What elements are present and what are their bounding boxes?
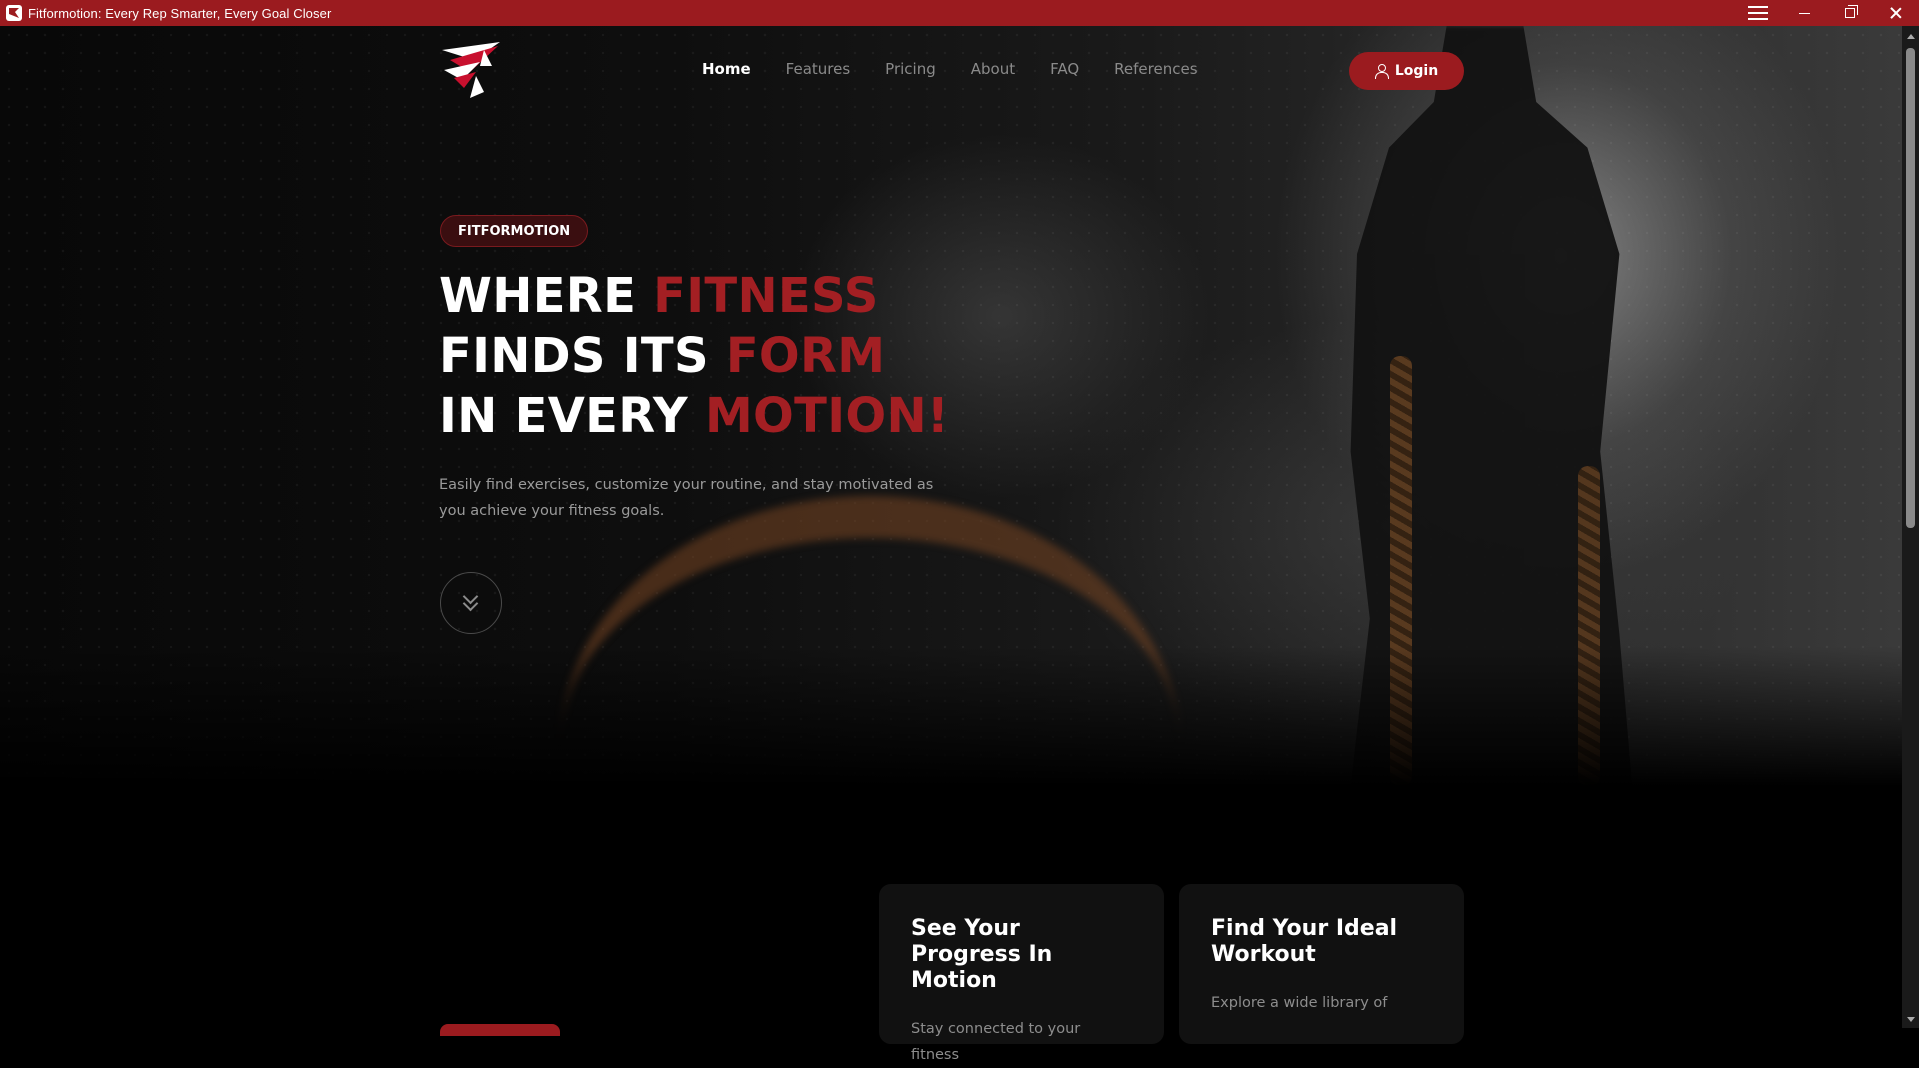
menu-icon — [1748, 6, 1768, 20]
window-titlebar: Fitformotion: Every Rep Smarter, Every G… — [0, 0, 1919, 26]
scroll-down-button[interactable] — [440, 572, 502, 634]
scrollbar-thumb[interactable] — [1906, 48, 1915, 528]
minimize-button[interactable] — [1781, 0, 1827, 26]
nav-links: Home Features Pricing About FAQ Referenc… — [702, 60, 1198, 78]
headline-line1: WHERE FITNESS — [439, 268, 879, 324]
close-button[interactable] — [1873, 0, 1919, 26]
menu-button[interactable] — [1735, 0, 1781, 26]
fitformotion-logo[interactable] — [440, 40, 504, 102]
headline-line3: IN EVERY MOTION! — [439, 388, 950, 444]
scroll-up-arrow-icon[interactable] — [1907, 34, 1915, 39]
double-chevron-down-icon — [462, 588, 480, 613]
feature-card-workout[interactable]: Find Your Ideal Workout Explore a wide l… — [1179, 884, 1464, 1044]
restore-button[interactable] — [1827, 0, 1873, 26]
nav-link-about[interactable]: About — [971, 60, 1015, 78]
hero-bottom-fade — [0, 646, 1902, 786]
section-pill — [440, 1024, 560, 1036]
feature-card-text: Explore a wide library of — [1211, 995, 1388, 1011]
hero-background — [0, 26, 1902, 786]
nav-link-pricing[interactable]: Pricing — [885, 60, 936, 78]
app-icon — [6, 5, 22, 21]
feature-card-progress[interactable]: See Your Progress In Motion Stay connect… — [879, 884, 1164, 1063]
nav-link-references[interactable]: References — [1114, 60, 1197, 78]
minimize-icon — [1798, 12, 1810, 14]
top-navigation: Home Features Pricing About FAQ Referenc… — [0, 26, 1902, 116]
nav-link-faq[interactable]: FAQ — [1050, 60, 1079, 78]
login-label: Login — [1394, 63, 1439, 79]
close-icon — [1890, 7, 1902, 19]
hero-subtitle: Easily find exercises, customize your ro… — [439, 477, 934, 519]
user-icon — [1374, 64, 1389, 79]
restore-icon — [1845, 5, 1858, 18]
feature-card-title: Find Your Ideal Workout — [1211, 916, 1398, 967]
hero-headline: WHERE FITNESS FINDS ITS FORM IN EVERY MO… — [439, 266, 949, 446]
window-controls — [1735, 0, 1919, 26]
vertical-scrollbar[interactable] — [1902, 26, 1919, 1028]
login-button[interactable]: Login — [1349, 52, 1464, 90]
nav-link-features[interactable]: Features — [786, 60, 851, 78]
hero-badge: FITFORMOTION — [440, 215, 589, 247]
scroll-down-arrow-icon[interactable] — [1907, 1017, 1915, 1022]
headline-line2: FINDS ITS FORM — [439, 328, 886, 384]
nav-link-home[interactable]: Home — [702, 60, 751, 78]
feature-card-text: Stay connected to your fitness — [911, 1021, 1081, 1063]
feature-card-title: See Your Progress In Motion — [911, 916, 1053, 993]
window-title: Fitformotion: Every Rep Smarter, Every G… — [28, 5, 332, 21]
